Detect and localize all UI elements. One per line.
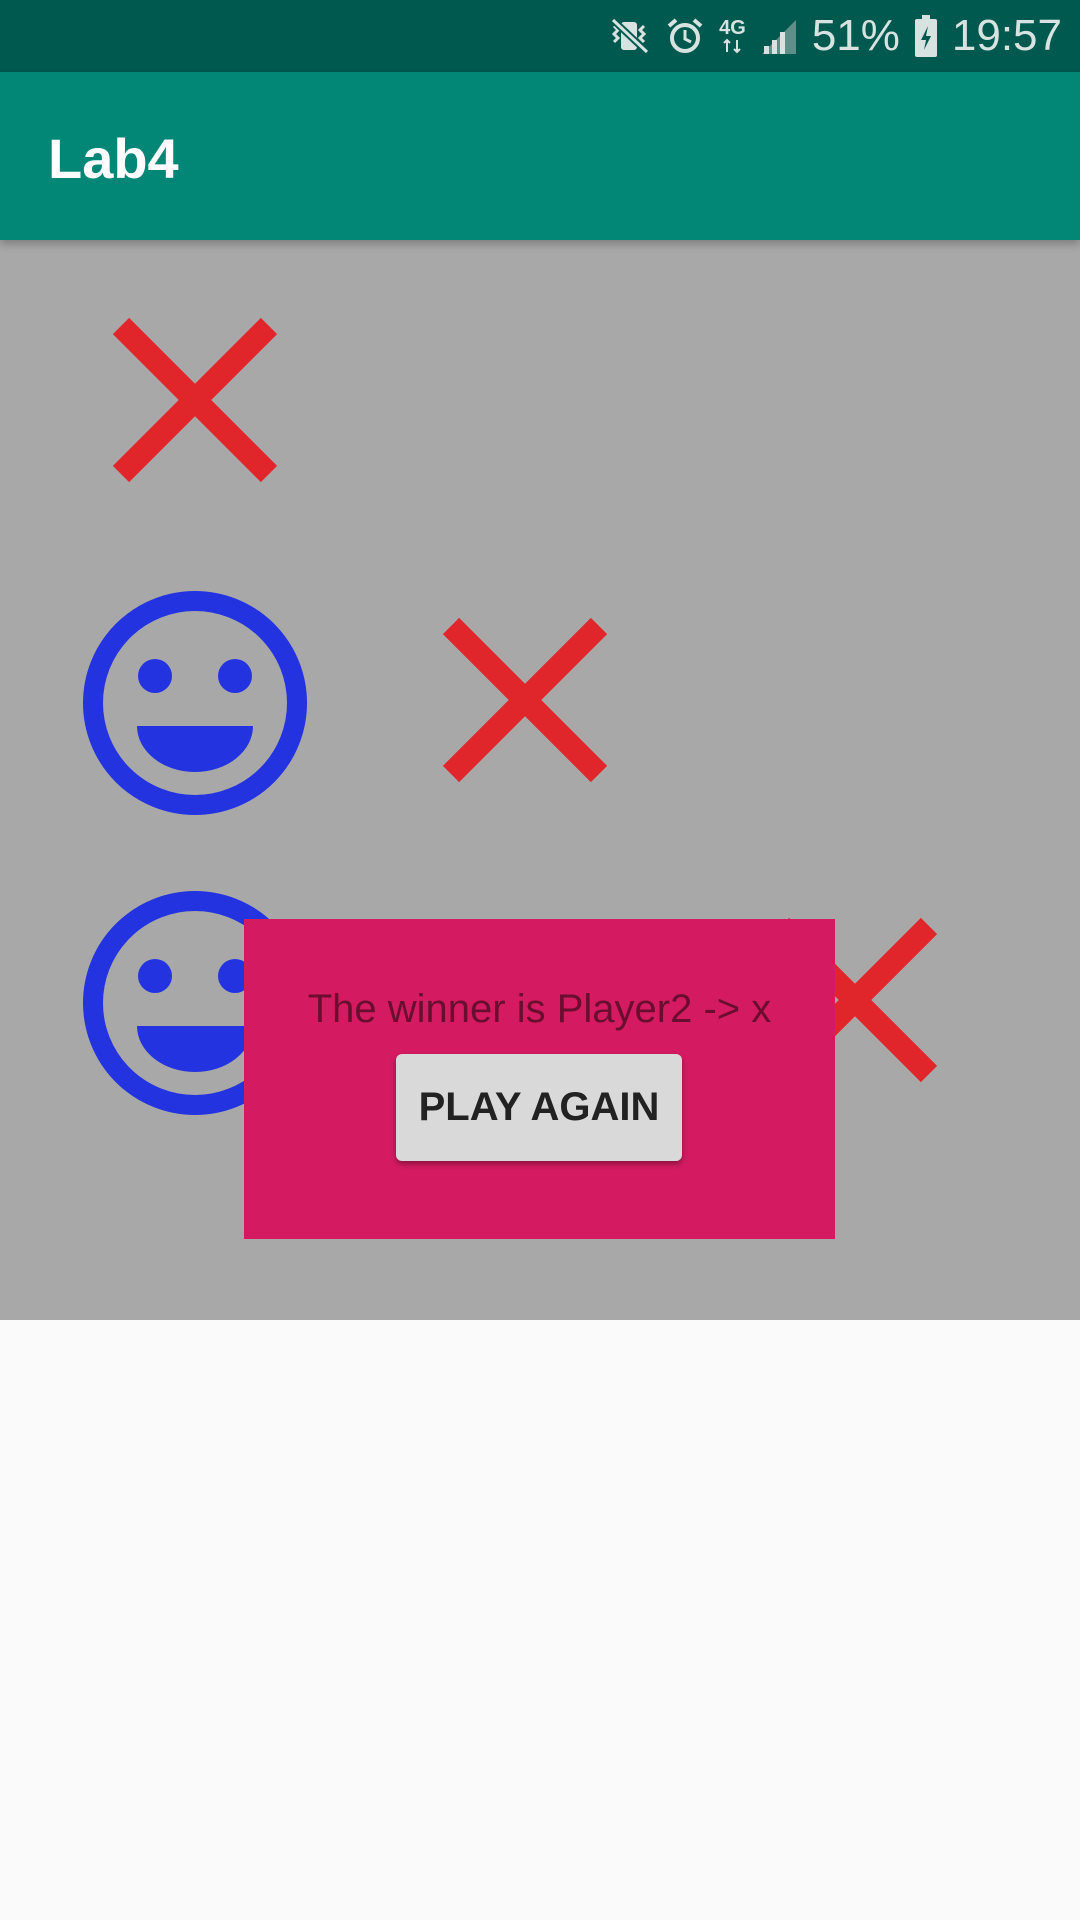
board-cell-0-0[interactable] bbox=[45, 240, 345, 540]
battery-charging-icon bbox=[914, 14, 938, 58]
board-cell-0-2[interactable] bbox=[705, 240, 1005, 540]
alarm-icon bbox=[665, 16, 705, 56]
battery-percent: 51% bbox=[811, 11, 900, 60]
app-bar: Lab4 bbox=[0, 72, 1080, 240]
winner-message: The winner is Player2 -> x bbox=[307, 987, 772, 1031]
status-bar: 4G 51% 19:57 bbox=[0, 0, 1080, 72]
mute-vibrate-icon bbox=[609, 16, 651, 56]
signal-icon bbox=[760, 16, 798, 56]
board-cell-1-2[interactable] bbox=[705, 540, 1005, 840]
app-title: Lab4 bbox=[48, 127, 179, 190]
x-mark-icon bbox=[442, 617, 608, 783]
board-cell-1-1[interactable] bbox=[375, 540, 675, 840]
board-cell-0-1[interactable] bbox=[375, 240, 675, 540]
empty-content-area bbox=[0, 1320, 1080, 1920]
status-icons: 4G 51% 19:57 bbox=[609, 0, 1062, 72]
smiley-face-icon bbox=[83, 591, 307, 815]
winner-dialog: The winner is Player2 -> x PLAY AGAIN bbox=[244, 919, 835, 1239]
x-mark-icon bbox=[112, 317, 278, 483]
clock: 19:57 bbox=[951, 11, 1062, 60]
network-4g-icon: 4G bbox=[719, 18, 746, 54]
board-cell-1-0[interactable] bbox=[45, 540, 345, 840]
play-again-button[interactable]: PLAY AGAIN bbox=[396, 1054, 682, 1161]
network-type-label: 4G bbox=[719, 17, 746, 39]
